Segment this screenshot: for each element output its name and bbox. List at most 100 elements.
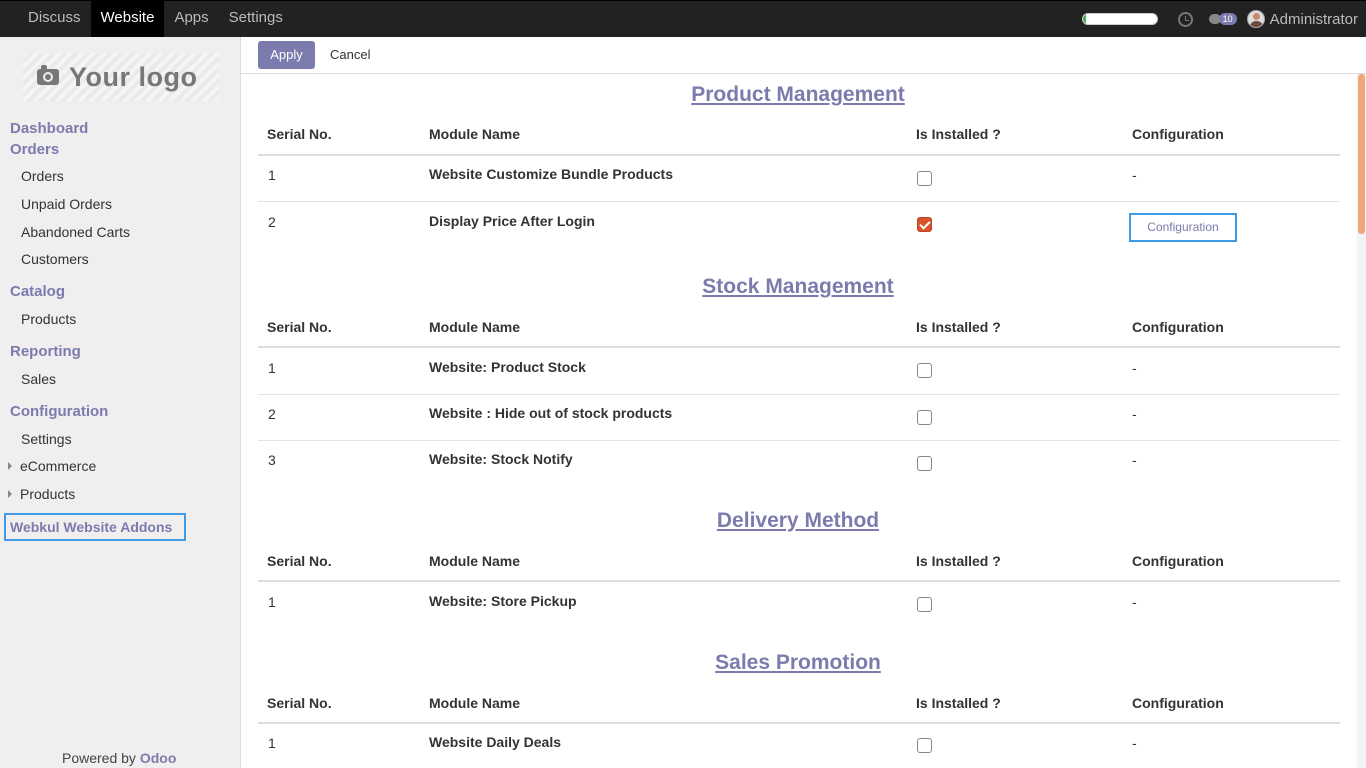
menu-website[interactable]: Website bbox=[90, 1, 165, 37]
installed-checkbox[interactable] bbox=[917, 456, 932, 471]
row-divider bbox=[258, 201, 1340, 202]
table-header-divider bbox=[258, 154, 1340, 156]
table-header-divider bbox=[258, 346, 1340, 348]
column-header-module: Module Name bbox=[429, 695, 521, 711]
top-navbar: Discuss Website Apps Settings 10 Adminis… bbox=[0, 0, 1366, 37]
activity-clock-icon[interactable] bbox=[1177, 11, 1193, 27]
sidebar-item-customers[interactable]: Customers bbox=[21, 251, 89, 267]
control-panel: Apply Cancel bbox=[241, 37, 1366, 74]
sidebar-item-unpaid-orders[interactable]: Unpaid Orders bbox=[21, 196, 112, 212]
row-config: - bbox=[1132, 167, 1137, 183]
logo-text: Your logo bbox=[69, 61, 198, 92]
sidebar-item-orders[interactable]: Orders bbox=[21, 168, 64, 184]
odoo-link[interactable]: Odoo bbox=[140, 750, 177, 766]
cancel-button[interactable]: Cancel bbox=[330, 41, 370, 69]
section-title-text[interactable]: Stock Management bbox=[702, 275, 893, 298]
row-module-name: Display Price After Login bbox=[429, 213, 595, 229]
row-module-name: Website: Product Stock bbox=[429, 359, 586, 375]
systray: 10 Administrator bbox=[1081, 1, 1358, 37]
sidebar-item-products[interactable]: Products bbox=[21, 311, 76, 327]
row-module-name: Website Daily Deals bbox=[429, 734, 562, 750]
addons-form: Product Management Serial No. Module Nam… bbox=[241, 74, 1355, 768]
column-header-config: Configuration bbox=[1132, 695, 1224, 711]
row-serial: 1 bbox=[268, 167, 276, 183]
row-module-name: Website: Store Pickup bbox=[429, 593, 577, 609]
column-header-config: Configuration bbox=[1132, 319, 1224, 335]
powered-by: Powered by Odoo bbox=[62, 750, 176, 766]
row-module-name: Website : Hide out of stock products bbox=[429, 405, 673, 421]
sidebar-item-label: eCommerce bbox=[20, 458, 97, 474]
progress-fill bbox=[1082, 14, 1087, 24]
sidebar-item-dashboard[interactable]: Dashboard bbox=[10, 120, 88, 137]
app-menu: Discuss Website Apps Settings bbox=[18, 1, 293, 37]
table-header-divider bbox=[258, 580, 1340, 582]
section-title-text[interactable]: Product Management bbox=[691, 83, 905, 106]
column-header-installed: Is Installed ? bbox=[916, 126, 1001, 142]
user-avatar[interactable] bbox=[1246, 10, 1265, 28]
messages-button[interactable]: 10 bbox=[1208, 13, 1237, 25]
row-module-name: Website: Stock Notify bbox=[429, 451, 573, 467]
sidebar-header-reporting: Reporting bbox=[10, 343, 81, 360]
column-header-config: Configuration bbox=[1132, 553, 1224, 569]
row-divider bbox=[258, 394, 1340, 395]
column-header-module: Module Name bbox=[429, 126, 521, 142]
row-serial: 3 bbox=[268, 452, 276, 468]
sidebar-item-ecommerce[interactable]: eCommerce bbox=[8, 458, 96, 474]
caret-right-icon bbox=[8, 490, 12, 498]
row-config: - bbox=[1132, 360, 1137, 376]
table-header-divider bbox=[258, 722, 1340, 724]
row-config: - bbox=[1132, 735, 1137, 751]
column-header-module: Module Name bbox=[429, 319, 521, 335]
company-logo[interactable]: Your logo bbox=[23, 53, 219, 101]
caret-right-icon bbox=[8, 462, 12, 470]
section-title-delivery-method: Delivery Method bbox=[241, 509, 1355, 533]
row-serial: 2 bbox=[268, 214, 276, 230]
row-serial: 2 bbox=[268, 406, 276, 422]
column-header-installed: Is Installed ? bbox=[916, 319, 1001, 335]
sidebar-item-config-products[interactable]: Products bbox=[8, 486, 75, 502]
column-header-serial: Serial No. bbox=[267, 319, 332, 335]
powered-by-label: Powered by bbox=[62, 750, 136, 766]
row-config: - bbox=[1132, 452, 1137, 468]
menu-apps[interactable]: Apps bbox=[164, 1, 218, 37]
sidebar-item-abandoned-carts[interactable]: Abandoned Carts bbox=[21, 224, 130, 240]
menu-settings[interactable]: Settings bbox=[219, 1, 293, 37]
section-title-stock-management: Stock Management bbox=[241, 275, 1355, 299]
sidebar-header-configuration: Configuration bbox=[10, 403, 109, 420]
installed-checkbox[interactable] bbox=[917, 363, 932, 378]
installed-checkbox[interactable] bbox=[917, 171, 932, 186]
installed-checkbox[interactable] bbox=[917, 597, 932, 612]
scrollbar-thumb[interactable] bbox=[1358, 74, 1365, 234]
installed-checkbox[interactable] bbox=[917, 217, 932, 232]
section-title-sales-promotion: Sales Promotion bbox=[241, 651, 1355, 675]
column-header-serial: Serial No. bbox=[267, 553, 332, 569]
planner-progress-bar[interactable] bbox=[1081, 13, 1158, 25]
configuration-button[interactable]: Configuration bbox=[1129, 213, 1237, 242]
sidebar-item-sales[interactable]: Sales bbox=[21, 371, 56, 387]
section-title-text[interactable]: Delivery Method bbox=[717, 509, 879, 532]
content-scrollbar[interactable] bbox=[1357, 74, 1366, 768]
camera-icon bbox=[37, 65, 59, 85]
section-title-text[interactable]: Sales Promotion bbox=[715, 651, 881, 674]
row-module-name: Website Customize Bundle Products bbox=[429, 166, 673, 182]
messages-count-badge: 10 bbox=[1218, 13, 1237, 25]
sidebar-item-label: Products bbox=[20, 486, 76, 502]
installed-checkbox[interactable] bbox=[917, 410, 932, 425]
installed-checkbox[interactable] bbox=[917, 738, 932, 753]
row-serial: 1 bbox=[268, 735, 276, 751]
row-serial: 1 bbox=[268, 594, 276, 610]
column-header-serial: Serial No. bbox=[267, 126, 332, 142]
sidebar-item-webkul-addons[interactable]: Webkul Website Addons bbox=[4, 513, 186, 541]
menu-discuss[interactable]: Discuss bbox=[18, 1, 91, 37]
sidebar-item-settings[interactable]: Settings bbox=[21, 431, 72, 447]
column-header-module: Module Name bbox=[429, 553, 521, 569]
column-header-config: Configuration bbox=[1132, 126, 1224, 142]
apply-button[interactable]: Apply bbox=[258, 41, 315, 69]
sidebar-header-catalog: Catalog bbox=[10, 283, 66, 300]
row-config: - bbox=[1132, 594, 1137, 610]
user-name[interactable]: Administrator bbox=[1270, 11, 1358, 28]
section-title-product-management: Product Management bbox=[241, 83, 1355, 107]
column-header-installed: Is Installed ? bbox=[916, 553, 1001, 569]
sidebar-header-orders: Orders bbox=[10, 141, 60, 158]
column-header-installed: Is Installed ? bbox=[916, 695, 1001, 711]
